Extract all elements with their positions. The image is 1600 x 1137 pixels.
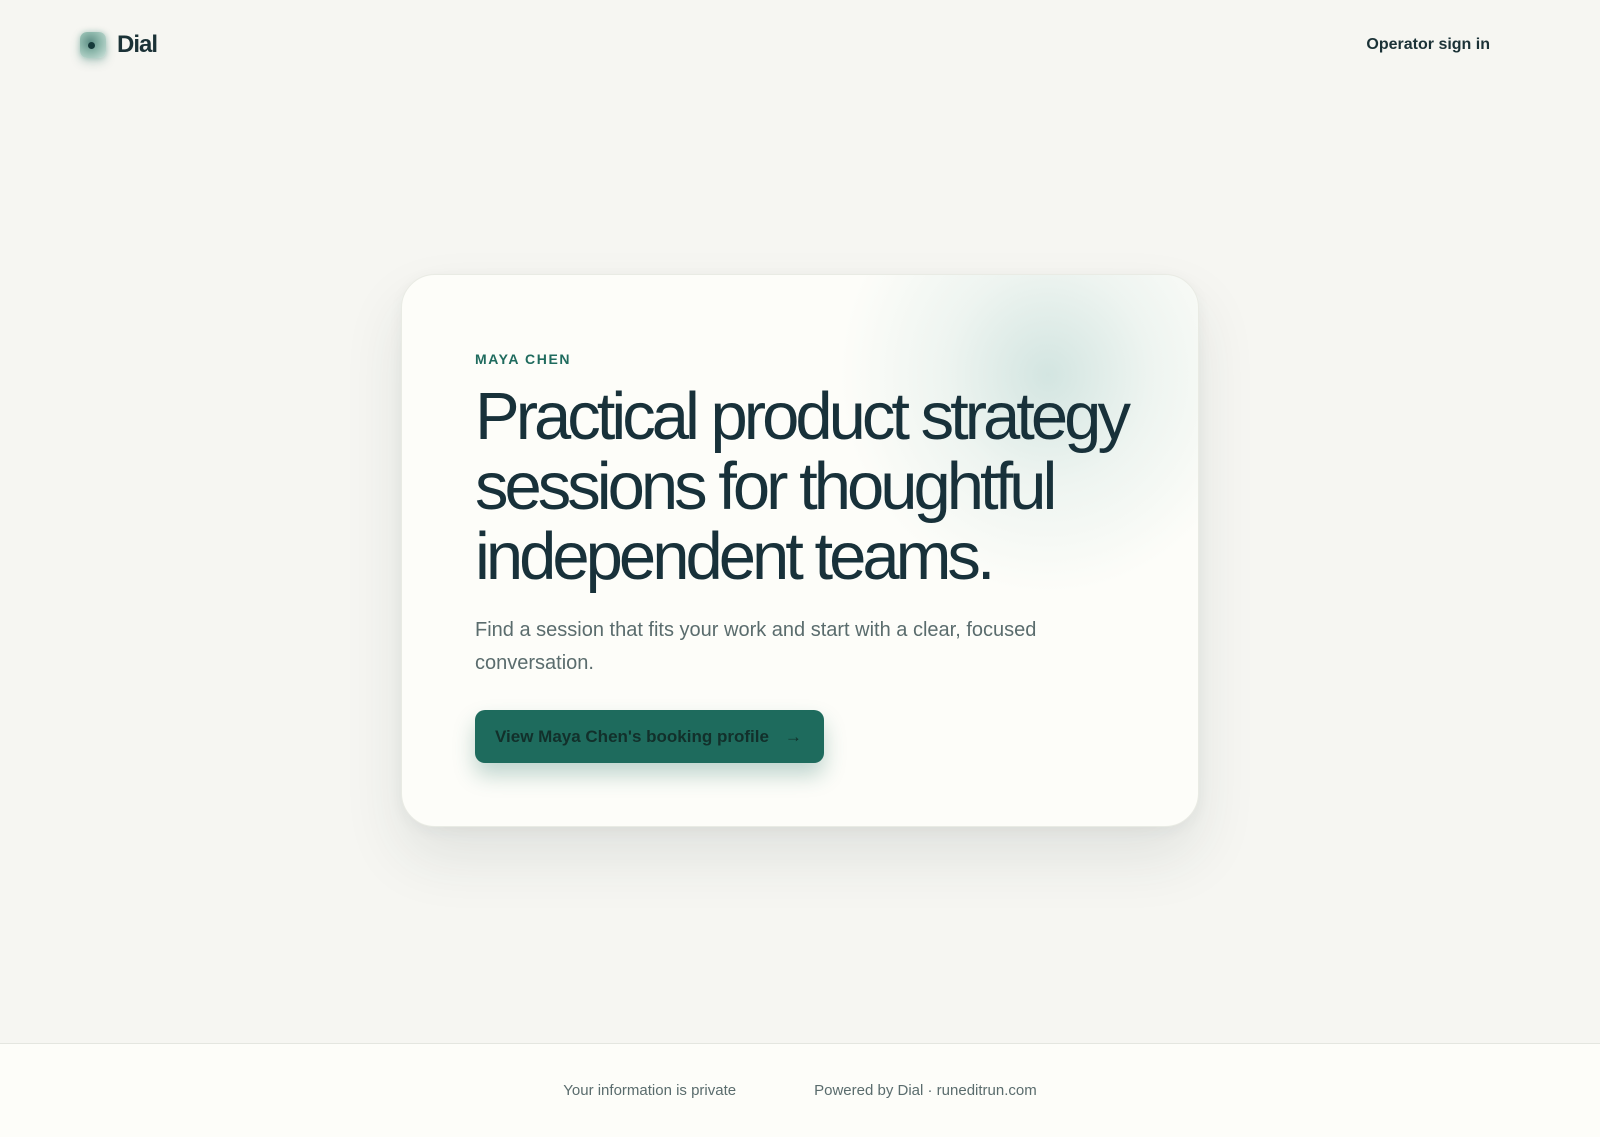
brand-name: Dial [117,31,158,58]
operator-signin-link[interactable]: Operator sign in [1366,36,1490,54]
host-name-eyebrow: MAYA CHEN [475,351,572,367]
hero-card: MAYA CHEN Practical product strategy ses… [401,274,1199,827]
page-footer: Your information is private Powered by D… [0,1043,1600,1137]
page: Dial Operator sign in MAYA CHEN Practica… [0,0,1600,1137]
top-header: Dial Operator sign in [0,0,1600,90]
hero-headline: Practical product strategy sessions for … [475,379,1131,594]
privacy-note: Your information is private [563,1082,737,1099]
hero-content: MAYA CHEN Practical product strategy ses… [475,351,1155,763]
cta-label: View Maya Chen's booking profile [495,726,769,746]
view-booking-profile-button[interactable]: View Maya Chen's booking profile → [475,710,824,763]
arrow-right-icon: → [784,726,802,746]
hero-subtext: Find a session that fits your work and s… [475,619,1037,674]
dial-logo-icon [80,32,106,58]
powered-by-note: Powered by Dial · runeditrun.com [814,1082,1037,1099]
brand-link[interactable]: Dial [80,31,158,59]
